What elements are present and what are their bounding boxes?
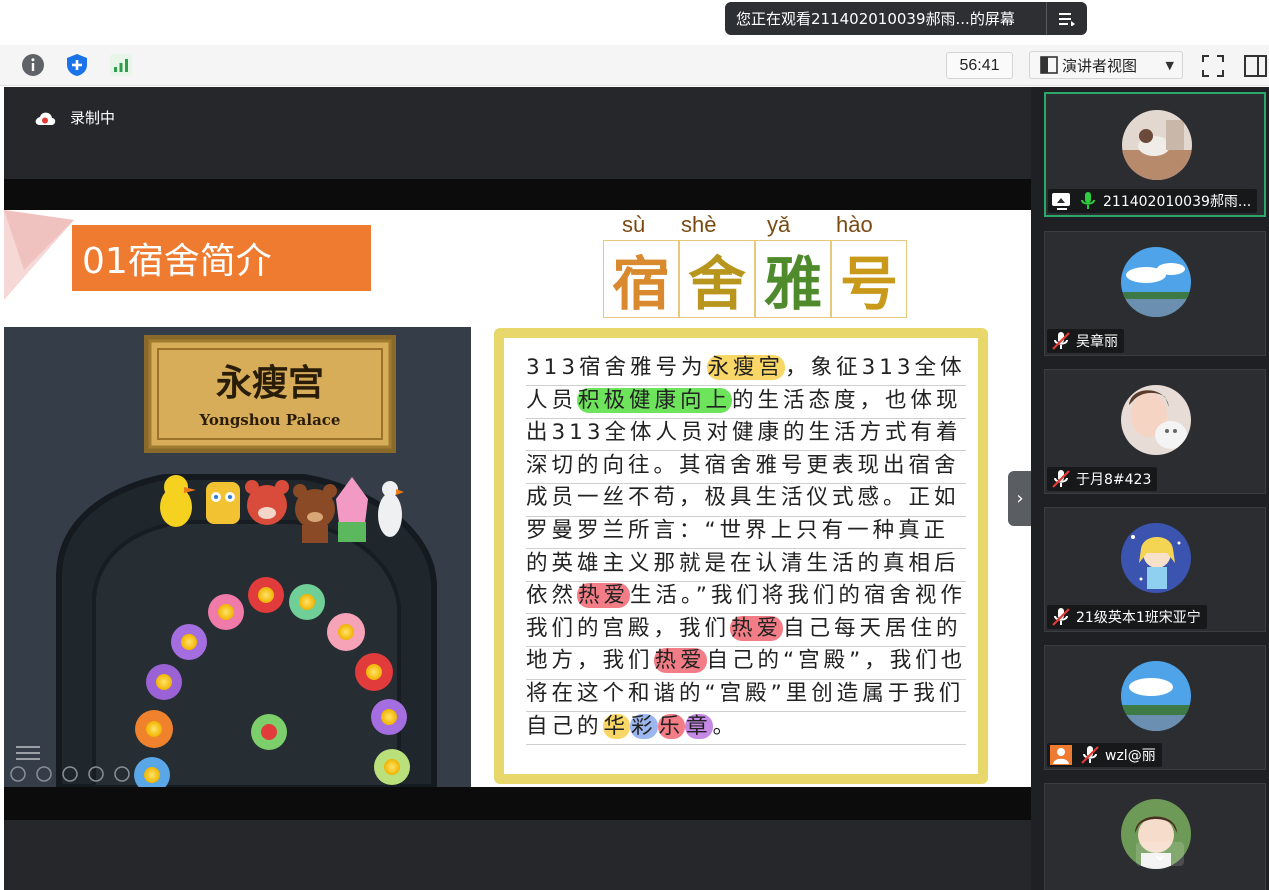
- pinyin-she: shè: [681, 212, 717, 237]
- list-menu-icon[interactable]: [1047, 2, 1087, 35]
- slide-title: 01宿舍简介: [72, 225, 371, 291]
- highlight-hua: 华: [602, 713, 631, 739]
- highlight-love: 热爱: [577, 583, 631, 609]
- participant-name-bar: 于月8#423: [1047, 467, 1158, 491]
- view-label: 演讲者视图: [1062, 56, 1138, 75]
- highlight-love: 热爱: [653, 648, 707, 674]
- avatar: [1121, 523, 1191, 593]
- slide-menu-icon[interactable]: [16, 746, 40, 760]
- collapse-sidebar-button[interactable]: ›: [1008, 471, 1032, 526]
- pinyin-hao: hào: [836, 212, 873, 237]
- participant-name-bar: wzl@丽: [1047, 743, 1162, 767]
- pinyin-su: sù: [622, 212, 646, 237]
- zoom-icon[interactable]: [114, 766, 130, 782]
- participant-tile[interactable]: wzl@丽: [1044, 645, 1266, 770]
- cloud-record-icon: [35, 112, 56, 125]
- info-icon[interactable]: [20, 52, 46, 78]
- slides-grid-icon[interactable]: [88, 766, 104, 782]
- chevron-down-icon: ⌄: [1153, 844, 1167, 864]
- slide-tools: [10, 746, 130, 782]
- pinyin-ya: yǎ: [767, 212, 791, 237]
- mic-muted-icon: [1052, 332, 1070, 350]
- mic-on-icon: [1081, 192, 1095, 209]
- avatar: [1121, 385, 1191, 455]
- fullscreen-icon[interactable]: [1200, 53, 1226, 79]
- participant-tile[interactable]: 211402010039郝雨...: [1044, 92, 1266, 217]
- avatar: [1122, 110, 1192, 180]
- highlight-love: 热爱: [730, 615, 784, 641]
- prev-slide-icon[interactable]: [10, 766, 26, 782]
- participant-tile[interactable]: [1044, 783, 1266, 890]
- avatar: [1121, 661, 1191, 731]
- signal-bars-icon[interactable]: [108, 52, 134, 78]
- highlight-zhang: 章: [685, 713, 713, 739]
- meeting-window: 您正在观看211402010039郝雨...的屏幕 56:41 演讲者视图 ▼ …: [0, 0, 1269, 890]
- highlight-yongshougong: 永瘦宫: [706, 355, 786, 380]
- user-placeholder-icon: [1050, 745, 1072, 765]
- participant-tile[interactable]: 吴章丽: [1044, 231, 1266, 356]
- mic-muted-icon: [1052, 470, 1070, 488]
- participant-tile[interactable]: 21级英本1班宋亚宁: [1044, 507, 1266, 632]
- meeting-timer: 56:41: [946, 52, 1013, 79]
- participant-name-bar: 21级英本1班宋亚宁: [1047, 605, 1207, 629]
- chevron-right-icon: ›: [1016, 488, 1024, 509]
- heading-char-ya: 雅: [755, 240, 831, 318]
- shield-icon[interactable]: [64, 52, 90, 78]
- note-rule: [526, 744, 966, 745]
- layout-icon: [1040, 56, 1058, 74]
- scroll-down-button[interactable]: ⌄: [1136, 842, 1184, 866]
- heading-char-su: 宿: [603, 240, 679, 318]
- highlight-cai: 彩: [630, 713, 658, 739]
- text-run: 。: [712, 713, 739, 739]
- presenter-view-dropdown[interactable]: 演讲者视图 ▼: [1029, 51, 1183, 79]
- participant-name-bar: 211402010039郝雨...: [1048, 189, 1258, 213]
- next-slide-icon[interactable]: [36, 766, 52, 782]
- heading-char-hao: 号: [831, 240, 907, 318]
- chevron-down-icon: ▼: [1165, 58, 1174, 72]
- recording-indicator: 录制中: [34, 107, 115, 128]
- presentation-slide: 01宿舍简介 sù shè yǎ hào 宿 舍 雅 号 永瘦宫 Yongsho…: [4, 210, 1031, 787]
- heading-char-she: 舍: [679, 240, 755, 318]
- letterbox-bottom: [4, 787, 1031, 820]
- recording-label: 录制中: [70, 109, 116, 127]
- mic-muted-icon: [1052, 608, 1070, 626]
- participant-name: wzl@丽: [1105, 748, 1156, 764]
- dorm-door-photo: 永瘦宫 Yongshou Palace: [4, 327, 471, 787]
- screen-share-banner: 您正在观看211402010039郝雨...的屏幕: [725, 2, 1087, 35]
- participant-name: 吴章丽: [1076, 334, 1118, 350]
- dorm-description-note: 313宿舍雅号为永瘦宫，象征313全体人员积极健康向上的生活态度，也体现出313…: [494, 328, 988, 784]
- participant-name: 21级英本1班宋亚宁: [1076, 610, 1201, 626]
- avatar: [1121, 247, 1191, 317]
- highlight-le: 乐: [657, 713, 686, 739]
- pen-tool-icon[interactable]: [62, 766, 78, 782]
- participant-name-bar: 吴章丽: [1047, 329, 1124, 353]
- banner-text: 您正在观看211402010039郝雨...的屏幕: [736, 10, 1015, 28]
- plaque-text: 永瘦宫: [216, 362, 324, 404]
- sidebar-toggle-icon[interactable]: [1243, 53, 1267, 79]
- highlight-positive: 积极健康向上: [577, 387, 733, 413]
- participant-name: 于月8#423: [1076, 472, 1152, 488]
- participant-name: 211402010039郝雨...: [1103, 194, 1252, 210]
- text-run: 313宿舍雅号为: [526, 355, 707, 380]
- description-text: 313宿舍雅号为永瘦宫，象征313全体人员积极健康向上的生活态度，也体现出313…: [526, 352, 971, 743]
- plaque-subtext: Yongshou Palace: [199, 411, 341, 429]
- text-run: 的生活态度，也体现出313全体人员对健康的生活方式有着深切的向往。其宿舍雅号更表…: [526, 387, 962, 609]
- participant-tile[interactable]: 于月8#423: [1044, 369, 1266, 494]
- mic-muted-icon: [1081, 746, 1099, 764]
- screen-share-icon: [1052, 193, 1070, 210]
- shared-screen-area: 录制中 01宿舍简介 sù shè yǎ hào 宿 舍 雅 号 永瘦宫 Yon…: [4, 87, 1031, 890]
- letterbox-top: [4, 179, 1031, 210]
